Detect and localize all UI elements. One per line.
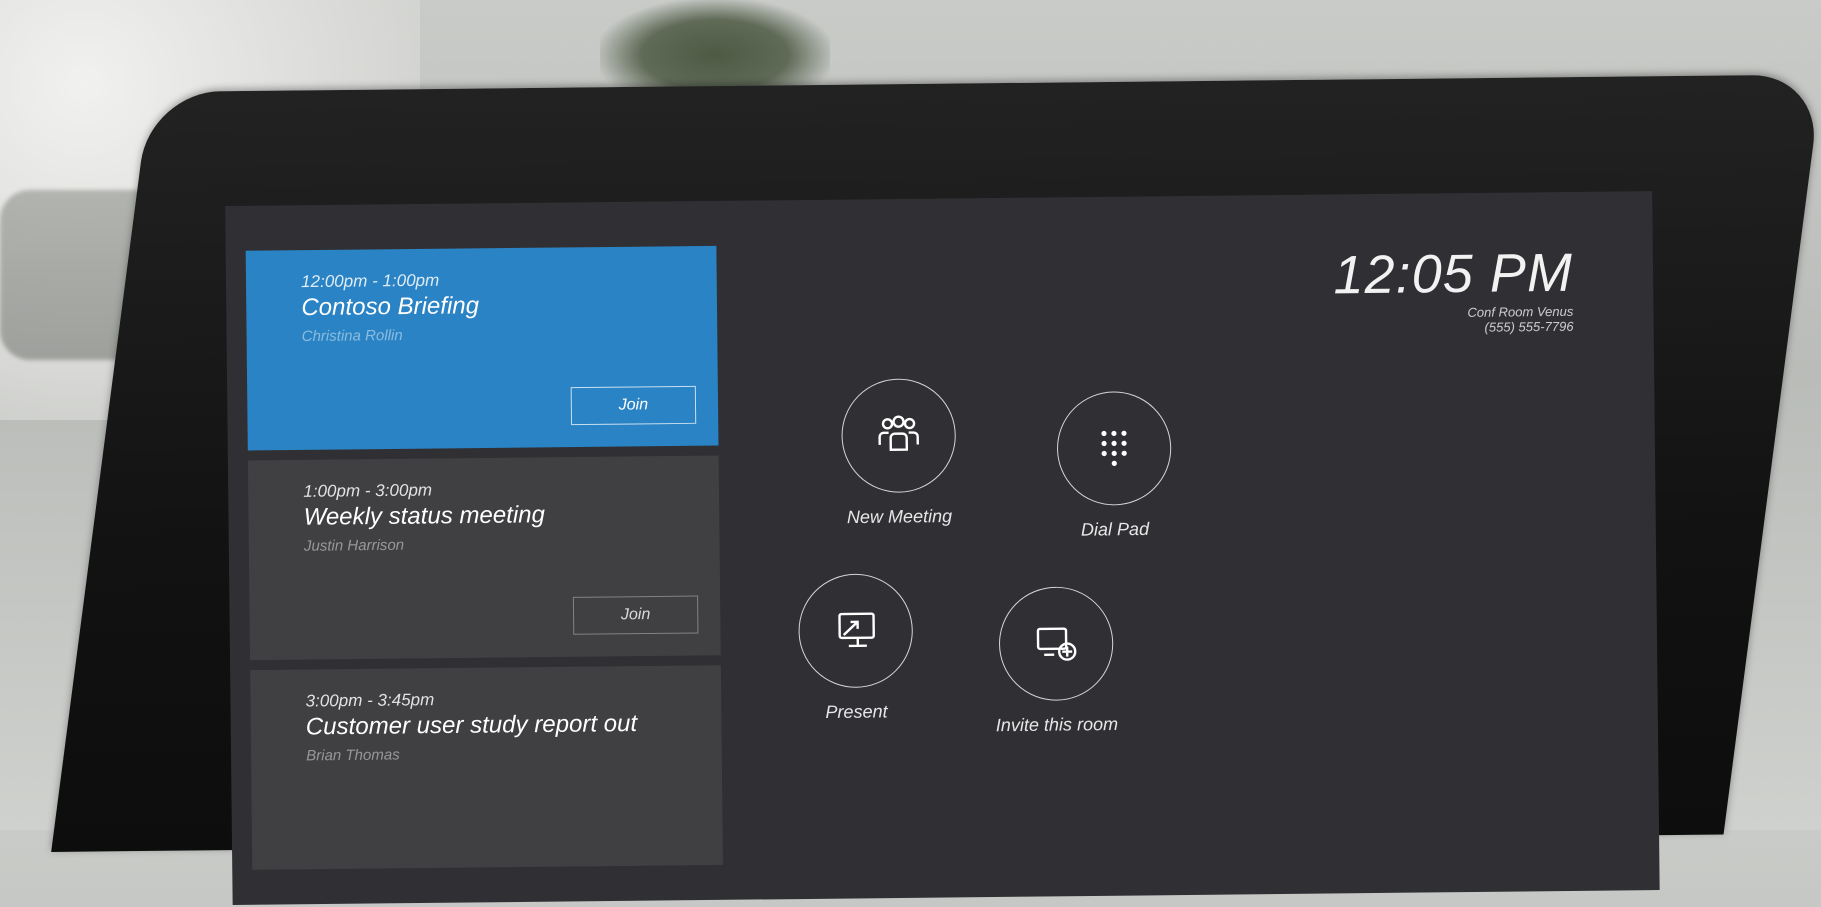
new-meeting-label: New Meeting xyxy=(846,506,953,528)
join-button[interactable]: Join xyxy=(572,595,699,635)
invite-room-action: Invite this room xyxy=(970,586,1142,737)
present-button[interactable] xyxy=(797,573,914,689)
dialpad-icon xyxy=(1101,430,1127,466)
present-label: Present xyxy=(825,701,888,723)
clock-time: 12:05 PM xyxy=(1333,242,1574,306)
meeting-host: Justin Harrison xyxy=(303,536,405,555)
meeting-host: Brian Thomas xyxy=(306,746,400,765)
meeting-card[interactable]: 1:00pm - 3:00pm Weekly status meeting Ju… xyxy=(247,455,721,661)
present-action: Present xyxy=(770,573,942,724)
present-screen-icon xyxy=(838,612,875,648)
new-meeting-action: New Meeting xyxy=(813,378,985,529)
dial-pad-action: Dial Pad xyxy=(1028,390,1200,542)
device-screen: 12:00pm - 1:00pm Contoso Briefing Christ… xyxy=(225,191,1660,905)
clock-panel: 12:05 PM Conf Room Venus (555) 555-7796 xyxy=(1333,242,1573,336)
meeting-title: Weekly status meeting xyxy=(303,501,546,531)
meeting-time: 12:00pm - 1:00pm xyxy=(300,270,440,292)
dial-pad-button[interactable] xyxy=(1056,390,1172,506)
meeting-list: 12:00pm - 1:00pm Contoso Briefing Christ… xyxy=(245,245,723,880)
invite-room-label: Invite this room xyxy=(995,713,1119,736)
new-meeting-button[interactable] xyxy=(840,378,957,494)
room-phone: (555) 555-7796 xyxy=(1484,318,1574,335)
meeting-time: 3:00pm - 3:45pm xyxy=(305,690,435,711)
join-button[interactable]: Join xyxy=(570,385,697,426)
invite-room-button[interactable] xyxy=(998,586,1114,702)
invite-room-icon xyxy=(1036,627,1077,661)
meeting-time: 1:00pm - 3:00pm xyxy=(303,480,433,501)
device-bezel: 12:00pm - 1:00pm Contoso Briefing Christ… xyxy=(51,74,1821,905)
dial-pad-label: Dial Pad xyxy=(1080,518,1150,540)
meeting-host: Christina Rollin xyxy=(301,327,403,346)
meeting-title: Contoso Briefing xyxy=(301,292,480,322)
meeting-title: Customer user study report out xyxy=(305,710,638,741)
group-icon xyxy=(878,415,919,451)
meeting-card[interactable]: 12:00pm - 1:00pm Contoso Briefing Christ… xyxy=(245,245,719,451)
meeting-card[interactable]: 3:00pm - 3:45pm Customer user study repo… xyxy=(250,665,723,870)
